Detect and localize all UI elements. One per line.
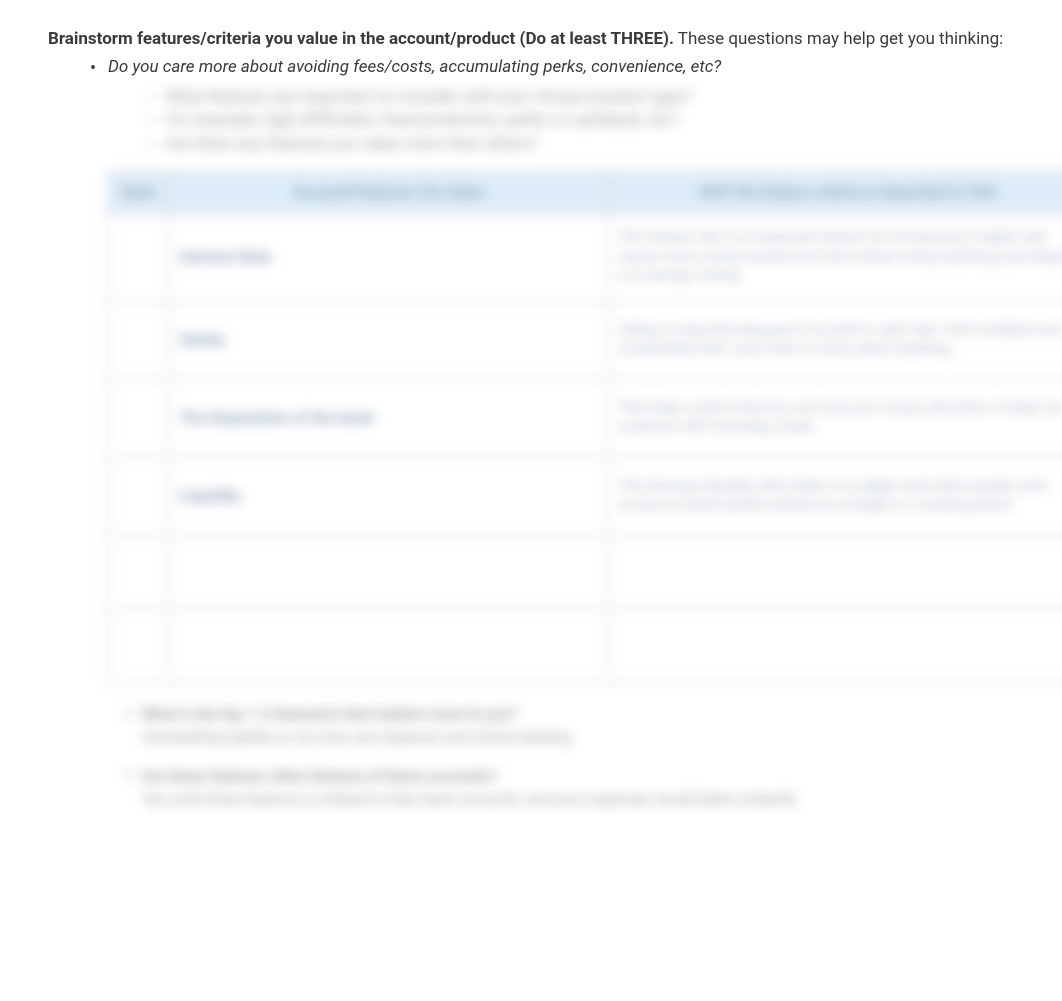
table-row: The Reputation of the bank This helps co… [109, 379, 1062, 457]
header-feature: Account/Features You Value [169, 171, 609, 213]
sub-bullet-1: What features are important to consider … [108, 86, 1014, 110]
heading-rest-text: These questions may help get you thinkin… [674, 29, 1003, 49]
rank-cell [109, 213, 169, 301]
header-rank: Rank [109, 171, 169, 213]
why-cell: The interest rate is an important featur… [609, 213, 1062, 301]
feature-cell: Safety [169, 301, 609, 379]
why-cell [609, 535, 1062, 609]
table-row: Safety Safety is important because if my… [109, 301, 1062, 379]
rank-cell [109, 301, 169, 379]
answer-2: Yes, both these features is related to t… [142, 789, 1014, 810]
why-cell [609, 609, 1062, 683]
question-2: Are these features often features of the… [142, 766, 1014, 787]
table-row-empty [109, 535, 1062, 609]
answer-1: Overdrafting (ability to not over your b… [142, 727, 1014, 748]
bullet-item-1: Do you care more about avoiding fees/cos… [48, 56, 1014, 810]
main-bullet-list: Do you care more about avoiding fees/cos… [48, 56, 1014, 810]
feature-cell [169, 609, 609, 683]
rank-cell [109, 609, 169, 683]
table-header-row: Rank Account/Features You Value WHY the … [109, 171, 1062, 213]
instruction-heading: Brainstorm features/criteria you value i… [48, 28, 1014, 52]
question-1: What is the top 1-2 feature(s) that matt… [142, 704, 1014, 725]
table-row-empty [109, 609, 1062, 683]
feature-cell [169, 535, 609, 609]
feature-cell: Interest Rate [169, 213, 609, 301]
rank-cell [109, 535, 169, 609]
blurred-content-region: What features are important to consider … [108, 86, 1014, 810]
why-cell: This helps confirm that you can trust yo… [609, 379, 1062, 457]
question-block-2: Are these features often features of the… [108, 766, 1014, 810]
table-row: Interest Rate The interest rate is an im… [109, 213, 1062, 301]
sub-bullet-3: Are there any features you value more th… [108, 133, 1014, 157]
bullet-1-text: Do you care more about avoiding fees/cos… [108, 57, 721, 77]
criteria-table: Rank Account/Features You Value WHY the … [108, 171, 1062, 684]
why-cell: Safety is important because if my bank i… [609, 301, 1062, 379]
feature-cell: Liquidity [169, 457, 609, 535]
sub-bullet-list: What features are important to consider … [108, 86, 1014, 157]
question-block-1: What is the top 1-2 feature(s) that matt… [108, 704, 1014, 748]
table-row: Liquidity This because liquidity often h… [109, 457, 1062, 535]
feature-cell: The Reputation of the bank [169, 379, 609, 457]
sub-bullet-2: For example, high APR/rates, fraud prote… [108, 109, 1014, 133]
follow-up-questions: What is the top 1-2 feature(s) that matt… [108, 704, 1014, 810]
rank-cell [109, 457, 169, 535]
rank-cell [109, 379, 169, 457]
criteria-table-wrapper: Rank Account/Features You Value WHY the … [108, 171, 1062, 684]
header-why: WHY the feature criteria is important to… [609, 171, 1062, 213]
heading-bold-text: Brainstorm features/criteria you value i… [48, 29, 674, 49]
why-cell: This because liquidity often helps on a … [609, 457, 1062, 535]
